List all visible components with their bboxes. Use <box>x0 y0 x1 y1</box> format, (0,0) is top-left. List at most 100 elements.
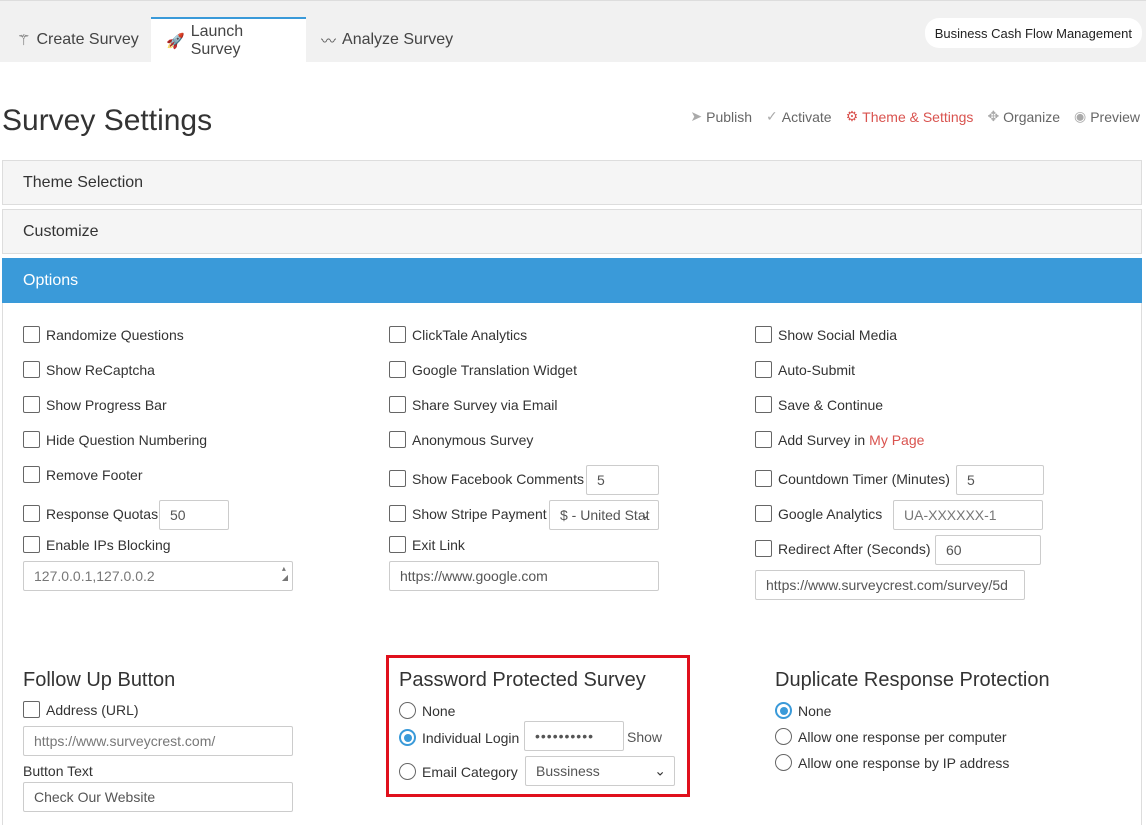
rocket-icon: 🚀 <box>166 33 185 50</box>
duplicate-protection-title: Duplicate Response Protection <box>775 669 1050 691</box>
activate-link[interactable]: ✓ Activate <box>766 108 832 125</box>
tab-analyze-survey[interactable]: 〰 Analyze Survey <box>306 17 468 63</box>
chevron-down-icon: ⌄ <box>640 509 650 522</box>
resize-handle-icon[interactable]: ▴ ◢ <box>282 564 288 582</box>
checkbox[interactable] <box>755 396 772 413</box>
panel-theme-selection[interactable]: Theme Selection <box>2 160 1142 205</box>
magic-wand-icon: ⚚ <box>17 32 31 49</box>
show-password-link[interactable]: Show <box>627 729 662 745</box>
radio-one-per-ip[interactable]: Allow one response by IP address <box>775 754 1009 771</box>
check-icon: ✓ <box>766 108 778 124</box>
checkbox[interactable] <box>23 361 40 378</box>
facebook-comments-input[interactable]: 5 <box>586 465 659 495</box>
option-follow-up-address[interactable]: Address (URL) <box>23 701 139 718</box>
redirect-url-input[interactable]: https://www.surveycrest.com/survey/5d <box>755 570 1025 600</box>
option-countdown-timer[interactable]: Countdown Timer (Minutes) <box>755 470 950 487</box>
tab-launch-survey[interactable]: 🚀 Launch Survey <box>151 17 306 63</box>
follow-up-title: Follow Up Button <box>23 669 176 691</box>
option-auto-submit[interactable]: Auto-Submit <box>755 361 855 378</box>
option-hide-question-numbering[interactable]: Hide Question Numbering <box>23 431 207 448</box>
checkbox[interactable] <box>389 326 406 343</box>
checkbox[interactable] <box>23 466 40 483</box>
password-input[interactable]: •••••••••• <box>524 721 624 751</box>
stripe-currency-select[interactable]: $ - United Stat ⌄ <box>549 500 659 530</box>
checkbox[interactable] <box>23 536 40 553</box>
tab-create-survey[interactable]: ⚚ Create Survey <box>2 17 154 63</box>
button-text-input[interactable]: Check Our Website <box>23 782 293 812</box>
option-show-social-media[interactable]: Show Social Media <box>755 326 897 343</box>
organize-link[interactable]: ✥ Organize <box>987 108 1060 125</box>
panel-customize[interactable]: Customize <box>2 209 1142 254</box>
radio-individual-login[interactable]: Individual Login <box>399 729 519 746</box>
checkbox[interactable] <box>23 396 40 413</box>
option-redirect-after[interactable]: Redirect After (Seconds) <box>755 540 931 557</box>
radio-button[interactable] <box>399 702 416 719</box>
radio-button[interactable] <box>775 728 792 745</box>
option-remove-footer[interactable]: Remove Footer <box>23 466 142 483</box>
radio-password-none[interactable]: None <box>399 702 455 719</box>
option-save-continue[interactable]: Save & Continue <box>755 396 883 413</box>
checkbox[interactable] <box>23 701 40 718</box>
my-page-link[interactable]: My Page <box>869 432 924 448</box>
checkbox[interactable] <box>23 326 40 343</box>
option-google-translation-widget[interactable]: Google Translation Widget <box>389 361 577 378</box>
publish-link[interactable]: ➤ Publish <box>690 108 752 125</box>
email-category-select[interactable]: Bussiness ⌄ <box>525 756 675 786</box>
gear-icon: ⚙ <box>845 108 859 124</box>
countdown-timer-input[interactable]: 5 <box>956 465 1044 495</box>
option-randomize-questions[interactable]: Randomize Questions <box>23 326 184 343</box>
survey-name-badge[interactable]: Business Cash Flow Management <box>924 18 1142 48</box>
checkbox[interactable] <box>755 540 772 557</box>
option-add-survey-my-page[interactable]: Add Survey in My Page <box>755 431 924 448</box>
paper-plane-icon: ➤ <box>690 108 703 124</box>
option-enable-ips-blocking[interactable]: Enable IPs Blocking <box>23 536 171 553</box>
radio-button[interactable] <box>775 754 792 771</box>
checkbox[interactable] <box>755 361 772 378</box>
checkbox[interactable] <box>755 470 772 487</box>
radio-button[interactable] <box>399 763 416 780</box>
option-show-stripe-payment[interactable]: Show Stripe Payment <box>389 505 547 522</box>
option-share-survey-email[interactable]: Share Survey via Email <box>389 396 558 413</box>
chevron-down-icon: ⌄ <box>654 762 666 779</box>
option-clicktale-analytics[interactable]: ClickTale Analytics <box>389 326 527 343</box>
option-google-analytics[interactable]: Google Analytics <box>755 505 882 522</box>
response-quotas-input[interactable]: 50 <box>159 500 229 530</box>
checkbox[interactable] <box>755 505 772 522</box>
radio-one-per-computer[interactable]: Allow one response per computer <box>775 728 1007 745</box>
redirect-seconds-input[interactable]: 60 <box>935 535 1041 565</box>
move-icon: ✥ <box>987 108 1000 124</box>
line-chart-icon: 〰 <box>321 32 337 50</box>
option-exit-link[interactable]: Exit Link <box>389 536 465 553</box>
checkbox[interactable] <box>389 505 406 522</box>
eye-icon: ◉ <box>1073 108 1087 124</box>
radio-duplicate-none[interactable]: None <box>775 702 831 719</box>
checkbox[interactable] <box>389 396 406 413</box>
checkbox[interactable] <box>389 361 406 378</box>
radio-email-category[interactable]: Email Category <box>399 763 518 780</box>
checkbox[interactable] <box>23 431 40 448</box>
checkbox[interactable] <box>755 431 772 448</box>
option-show-progress-bar[interactable]: Show Progress Bar <box>23 396 167 413</box>
option-show-recaptcha[interactable]: Show ReCaptcha <box>23 361 155 378</box>
ip-blocking-textarea[interactable]: 127.0.0.1,127.0.0.2 ▴ ◢ <box>23 561 293 591</box>
theme-settings-link[interactable]: ⚙ Theme & Settings <box>846 108 974 125</box>
checkbox[interactable] <box>755 326 772 343</box>
option-response-quotas[interactable]: Response Quotas <box>23 505 158 522</box>
follow-up-url-input[interactable]: https://www.surveycrest.com/ <box>23 726 293 756</box>
button-text-label: Button Text <box>23 763 93 779</box>
radio-button[interactable] <box>775 702 792 719</box>
radio-button[interactable] <box>399 729 416 746</box>
page-title: Survey Settings <box>2 104 213 137</box>
checkbox[interactable] <box>389 431 406 448</box>
exit-link-input[interactable]: https://www.google.com <box>389 561 659 591</box>
option-anonymous-survey[interactable]: Anonymous Survey <box>389 431 533 448</box>
panel-options[interactable]: Options <box>2 258 1142 303</box>
checkbox[interactable] <box>389 536 406 553</box>
option-show-facebook-comments[interactable]: Show Facebook Comments <box>389 470 584 487</box>
google-analytics-input[interactable]: UA-XXXXXX-1 <box>893 500 1043 530</box>
checkbox[interactable] <box>23 505 40 522</box>
action-links: ➤ Publish ✓ Activate ⚙ Theme & Settings … <box>690 108 1140 125</box>
checkbox[interactable] <box>389 470 406 487</box>
password-protected-title: Password Protected Survey <box>399 669 646 691</box>
preview-link[interactable]: ◉ Preview <box>1074 108 1140 125</box>
